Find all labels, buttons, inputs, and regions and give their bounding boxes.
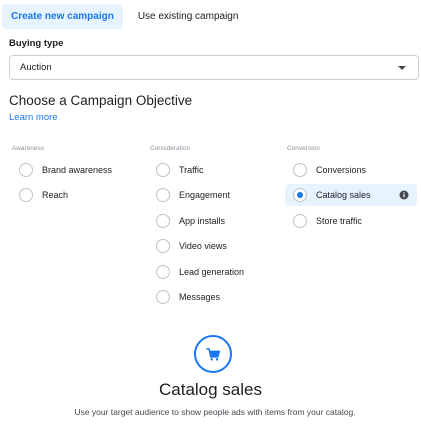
radio-button[interactable] [156,265,170,279]
option-label: Lead generation [179,267,245,277]
option-label: Catalog sales [316,190,371,200]
option-label: App installs [179,216,226,226]
option-label: Brand awareness [42,165,113,175]
option-store-traffic[interactable]: Store traffic [285,210,415,232]
option-brand-awareness[interactable]: Brand awareness [11,159,141,181]
radio-button[interactable] [156,214,170,228]
option-app-installs[interactable]: App installs [148,210,278,232]
radio-button[interactable] [156,290,170,304]
radio-button[interactable] [19,163,33,177]
option-messages[interactable]: Messages [148,286,278,308]
tab-use-existing-campaign[interactable]: Use existing campaign [129,4,248,29]
radio-button-selected[interactable] [293,188,307,202]
shopping-cart-icon [194,335,232,373]
radio-button[interactable] [19,188,33,202]
column-header-awareness: Awareness [12,145,45,152]
tab-create-new-campaign[interactable]: Create new campaign [2,4,123,29]
option-video-views[interactable]: Video views [148,235,278,257]
option-lead-generation[interactable]: Lead generation [148,261,278,283]
column-header-consideration: Consideration [150,145,191,152]
option-label: Engagement [179,190,231,200]
option-label: Store traffic [316,216,362,226]
option-label: Video views [179,241,227,251]
column-header-conversion: Conversion [287,145,320,152]
learn-more-link[interactable]: Learn more [9,112,58,123]
selected-objective-title: Catalog sales [158,380,262,399]
option-label: Conversions [316,165,367,175]
buying-type-select[interactable]: Auction [9,55,419,80]
option-conversions[interactable]: Conversions [285,159,415,181]
option-traffic[interactable]: Traffic [148,159,278,181]
option-engagement[interactable]: Engagement [148,184,278,206]
option-label: Reach [42,190,69,200]
selected-objective-description: Use your target audience to show people … [74,407,356,417]
objective-heading: Choose a Campaign Objective [9,93,193,108]
radio-button[interactable] [156,163,170,177]
radio-button[interactable] [156,239,170,253]
option-reach[interactable]: Reach [11,184,141,206]
option-catalog-sales[interactable]: Catalog sales [285,184,417,206]
radio-button[interactable] [156,188,170,202]
caret-down-icon [398,66,406,70]
option-label: Traffic [179,165,204,175]
buying-type-value: Auction [20,62,52,73]
radio-button[interactable] [293,163,307,177]
info-icon[interactable] [399,190,409,200]
campaign-tabs: Create new campaign Use existing campaig… [2,4,247,29]
option-label: Messages [179,292,221,302]
radio-button[interactable] [293,214,307,228]
buying-type-label: Buying type [9,38,64,49]
